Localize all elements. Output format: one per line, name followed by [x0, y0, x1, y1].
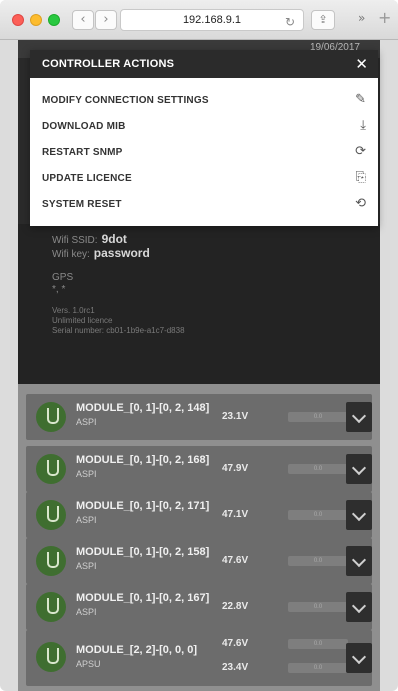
action-download-mib[interactable]: DOWNLOAD MIB ⤓ — [30, 114, 378, 140]
controller-info-panel: Wifi SSID: 9dot Wifi key: password GPS *, … — [18, 224, 380, 384]
share-icon: ⇪ — [318, 13, 328, 26]
module-voltage-secondary: 23.4V — [222, 662, 249, 673]
modal-title: CONTROLLER ACTIONS — [42, 58, 175, 70]
module-level-bar: 0.0 — [288, 602, 348, 612]
action-label: SYSTEM RESET — [42, 199, 122, 210]
chevron-right-icon: › — [103, 12, 109, 27]
module-voltage: 47.1V — [222, 509, 249, 520]
wifi-key-value: password — [93, 246, 150, 260]
plug-icon — [36, 402, 66, 432]
controller-actions-modal: CONTROLLER ACTIONS ✕ MODIFY CONNECTION S… — [30, 50, 378, 226]
expand-chevron-icon[interactable] — [346, 643, 372, 673]
reload-icon[interactable]: ↻ — [285, 12, 295, 32]
module-voltage: 47.6V — [222, 638, 249, 649]
gps-label: GPS — [52, 272, 74, 283]
module-voltage: 23.1V — [222, 411, 249, 422]
version-text: Vers. 1.0rc1 — [52, 306, 95, 315]
forward-button[interactable]: › — [95, 10, 117, 30]
plug-icon — [36, 642, 66, 672]
minimize-window-button[interactable] — [30, 14, 42, 26]
action-label: UPDATE LICENCE — [42, 173, 132, 184]
refresh-icon: ⟳ — [355, 144, 366, 159]
modal-header: CONTROLLER ACTIONS ✕ — [30, 50, 378, 78]
browser-toolbar: ‹ › 192.168.9.1 ↻ ⇪ » + — [0, 0, 398, 40]
module-type: ASPI — [76, 515, 97, 525]
module-voltage: 22.8V — [222, 601, 249, 612]
module-voltage: 47.9V — [222, 463, 249, 474]
plug-icon — [36, 546, 66, 576]
address-bar[interactable]: 192.168.9.1 ↻ — [120, 9, 304, 31]
module-type: ASPI — [76, 607, 97, 617]
module-row[interactable]: MODULE_[0, 1]-[0, 2, 167] ASPI 22.8V 0.0 — [26, 584, 372, 630]
wifi-ssid-line: Wifi SSID: 9dot — [52, 232, 127, 246]
module-name: MODULE_[0, 1]-[0, 2, 167] — [76, 592, 210, 604]
close-window-button[interactable] — [12, 14, 24, 26]
module-row[interactable]: MODULE_[2, 2]-[0, 0, 0] APSU 47.6V 23.4V… — [26, 630, 372, 686]
module-name: MODULE_[0, 1]-[0, 2, 171] — [76, 500, 210, 512]
plug-icon — [36, 454, 66, 484]
module-type: APSU — [76, 659, 101, 669]
module-row[interactable]: MODULE_[0, 1]-[0, 2, 158] ASPI 47.6V 0.0 — [26, 538, 372, 584]
new-tab-icon[interactable]: + — [378, 8, 391, 27]
serial-number-text: Serial number: cb01-1b9e-a1c7-d838 — [52, 326, 185, 335]
expand-chevron-icon[interactable] — [346, 454, 372, 484]
action-restart-snmp[interactable]: RESTART SNMP ⟳ — [30, 140, 378, 166]
module-name: MODULE_[0, 1]-[0, 2, 148] — [76, 402, 210, 414]
module-name: MODULE_[0, 1]-[0, 2, 158] — [76, 546, 210, 558]
module-type: ASPI — [76, 417, 97, 427]
action-label: RESTART SNMP — [42, 147, 123, 158]
back-button[interactable]: ‹ — [72, 10, 94, 30]
module-row[interactable]: MODULE_[0, 1]-[0, 2, 168] ASPI 47.9V 0.0 — [26, 446, 372, 492]
action-label: MODIFY CONNECTION SETTINGS — [42, 95, 209, 106]
gps-value: *, * — [52, 284, 66, 295]
expand-chevron-icon[interactable] — [346, 500, 372, 530]
action-update-licence[interactable]: UPDATE LICENCE ⎘ — [30, 166, 378, 192]
module-voltage: 47.6V — [222, 555, 249, 566]
plug-icon — [36, 592, 66, 622]
module-level-bar: 0.0 — [288, 412, 348, 422]
chevron-left-icon: ‹ — [80, 12, 86, 27]
wifi-key-label: Wifi key: — [52, 249, 90, 260]
zoom-window-button[interactable] — [48, 14, 60, 26]
share-button[interactable]: ⇪ — [311, 10, 335, 30]
module-level-bar: 0.0 — [288, 556, 348, 566]
url-text: 192.168.9.1 — [182, 14, 242, 26]
wifi-ssid-label: Wifi SSID: — [52, 235, 98, 246]
action-system-reset[interactable]: SYSTEM RESET ⟲ — [30, 192, 378, 218]
licence-icon: ⎘ — [355, 170, 366, 185]
module-row[interactable]: MODULE_[0, 1]-[0, 2, 171] ASPI 47.1V 0.0 — [26, 492, 372, 538]
module-list: MODULE_[0, 1]-[0, 2, 148] ASPI 23.1V 0.0… — [18, 384, 380, 691]
module-row[interactable]: MODULE_[0, 1]-[0, 2, 148] ASPI 23.1V 0.0 — [26, 394, 372, 440]
reset-icon: ⟲ — [355, 196, 366, 211]
action-label: DOWNLOAD MIB — [42, 121, 126, 132]
module-level-bar-secondary: 0.0 — [288, 663, 348, 673]
module-level-bar: 0.0 — [288, 510, 348, 520]
expand-chevron-icon[interactable] — [346, 546, 372, 576]
wifi-key-line: Wifi key: password — [52, 246, 150, 260]
plug-icon — [36, 500, 66, 530]
module-name: MODULE_[2, 2]-[0, 0, 0] — [76, 644, 198, 656]
wifi-ssid-value: 9dot — [101, 232, 127, 246]
licence-text: Unlimited licence — [52, 316, 113, 325]
close-icon[interactable]: ✕ — [355, 56, 368, 72]
edit-icon: ✎ — [355, 92, 366, 107]
module-type: ASPI — [76, 469, 97, 479]
expand-chevron-icon[interactable] — [346, 402, 372, 432]
more-toolbar-icon[interactable]: » — [358, 11, 365, 25]
expand-chevron-icon[interactable] — [346, 592, 372, 622]
module-type: ASPI — [76, 561, 97, 571]
module-name: MODULE_[0, 1]-[0, 2, 168] — [76, 454, 210, 466]
action-modify-connection-settings[interactable]: MODIFY CONNECTION SETTINGS ✎ — [30, 88, 378, 114]
download-icon: ⤓ — [360, 118, 366, 133]
browser-window: ‹ › 192.168.9.1 ↻ ⇪ » + 19/06/2017 Wifi … — [0, 0, 398, 691]
module-level-bar: 0.0 — [288, 639, 348, 649]
module-level-bar: 0.0 — [288, 464, 348, 474]
